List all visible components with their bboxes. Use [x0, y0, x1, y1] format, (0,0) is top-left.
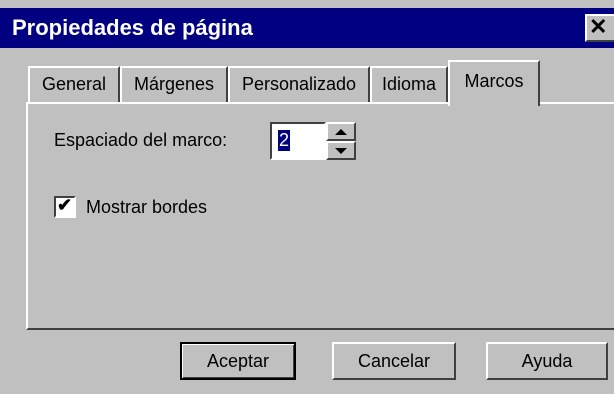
show-borders-checkbox[interactable]: ✔ — [54, 195, 76, 218]
spacing-spinner — [326, 122, 356, 160]
spacing-input[interactable]: 2 — [270, 122, 326, 160]
ok-button[interactable]: Aceptar — [180, 342, 296, 380]
cancel-button[interactable]: Cancelar — [332, 342, 456, 380]
close-button[interactable]: ✕ — [585, 14, 614, 42]
tab-general[interactable]: General — [28, 66, 120, 102]
close-icon: ✕ — [589, 14, 608, 39]
tab-personalizado[interactable]: Personalizado — [228, 66, 370, 102]
window-title: Propiedades de página — [12, 15, 253, 40]
help-button[interactable]: Ayuda — [486, 342, 608, 380]
spin-up-button[interactable] — [326, 122, 356, 141]
arrow-down-icon — [335, 148, 347, 154]
spin-down-button[interactable] — [326, 141, 356, 160]
spacing-value: 2 — [278, 130, 291, 151]
spacing-label: Espaciado del marco: — [54, 130, 228, 150]
title-bar: Propiedades de página ✕ — [0, 8, 614, 48]
checkmark-icon: ✔ — [57, 195, 73, 215]
tab-marcos[interactable]: Marcos — [448, 60, 540, 106]
tab-idioma[interactable]: Idioma — [370, 66, 448, 102]
tab-margenes[interactable]: Márgenes — [120, 66, 228, 102]
show-borders-label[interactable]: Mostrar bordes — [86, 197, 207, 218]
arrow-up-icon — [335, 129, 347, 135]
dialog-window: Propiedades de página ✕ General Márgenes… — [0, 0, 614, 394]
